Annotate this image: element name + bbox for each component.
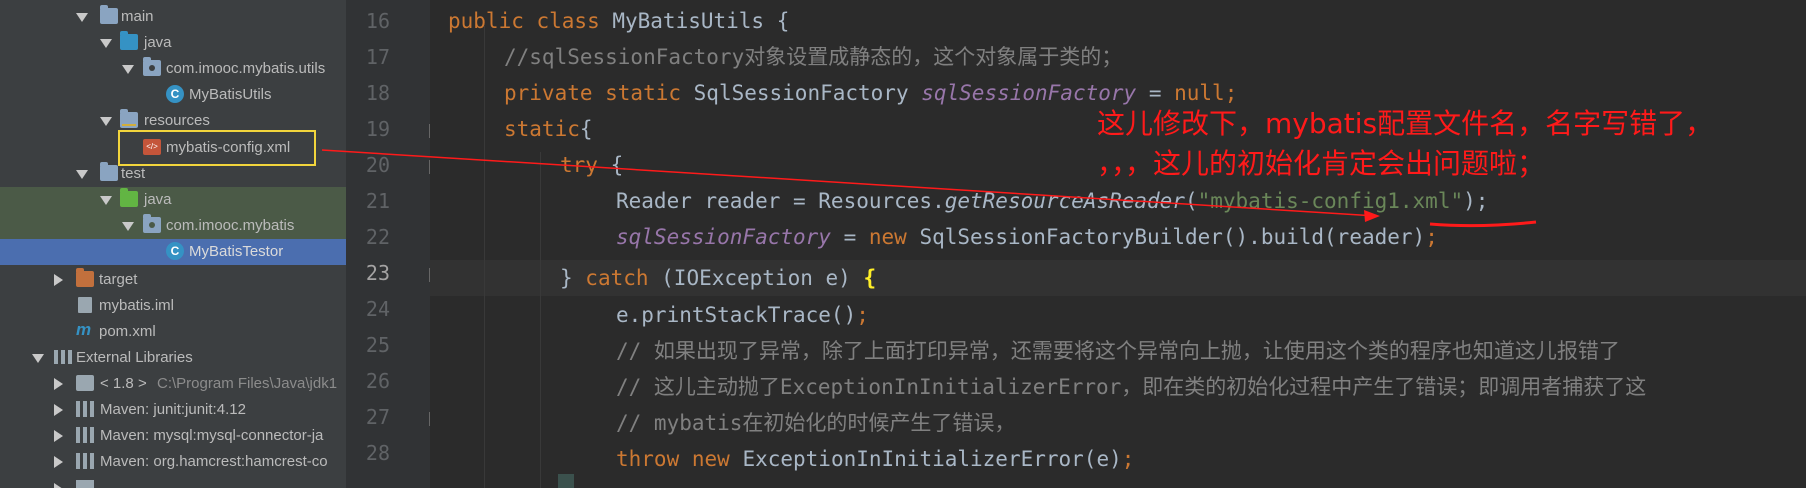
annotation-arrow-line xyxy=(321,149,1377,217)
arrow-head-icon xyxy=(1364,210,1380,222)
annotation-underline xyxy=(1429,220,1537,228)
annotation-overlay xyxy=(321,149,1537,228)
